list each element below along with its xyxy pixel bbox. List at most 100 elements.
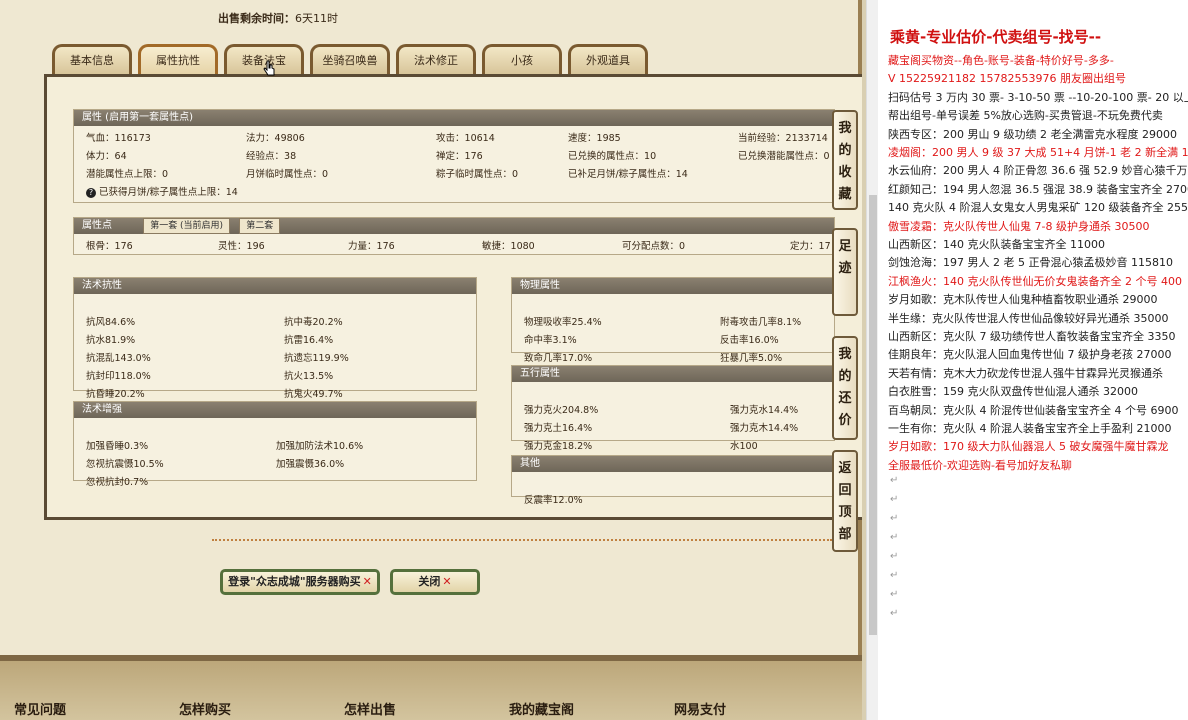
stat-value: 10 bbox=[644, 151, 657, 162]
subtab-set-one[interactable]: 第一套 (当前启用) bbox=[143, 218, 231, 234]
doc-line: 江枫渔火：140 克火队传世仙无价女鬼装备齐全 2 个号 400 bbox=[888, 274, 1182, 288]
scrollbar-thumb[interactable] bbox=[869, 195, 877, 635]
doc-line: 140 克火队 4 阶混人女鬼女人男鬼采矿 120 级装备齐全 255 bbox=[888, 201, 1188, 215]
doc-line: 帮出组号-单号误差 5%放心选购-买贵管退-不玩免费代卖 bbox=[888, 109, 1163, 123]
stat-value: 16.0% bbox=[748, 335, 779, 346]
footer-link-netease-pay[interactable]: 网易支付 bbox=[674, 699, 726, 718]
tab-spell-mods[interactable]: 法术修正 bbox=[396, 44, 476, 74]
tab-children[interactable]: 小孩 bbox=[482, 44, 562, 74]
stat-label: 抗中毒 bbox=[284, 317, 313, 328]
stat-entry: 敏捷1080 bbox=[482, 238, 535, 252]
stat-label: 强力克水 bbox=[730, 405, 769, 416]
stat-label: 力量 bbox=[348, 241, 377, 252]
stat-value: 20.2% bbox=[114, 389, 145, 400]
stat-label: 已兑换的属性点 bbox=[568, 151, 644, 162]
stat-entry: 抗雷16.4% bbox=[284, 332, 333, 346]
mouse-cursor-icon bbox=[263, 60, 275, 76]
stat-label: 加强加防法术 bbox=[276, 441, 334, 452]
footer-link-how-to-buy[interactable]: 怎样购买 bbox=[179, 699, 231, 718]
my-bargains-button[interactable]: 我的还价 bbox=[832, 336, 858, 440]
stat-label: 敏捷 bbox=[482, 241, 511, 252]
item-detail-panel: 出售剩余时间：6天11时 基本信息 属性抗性 装备法宝 坐骑召唤兽 法术修正 小… bbox=[0, 0, 862, 655]
stat-entry: 当前经验2133714 bbox=[738, 130, 828, 144]
stat-value: 116173 bbox=[114, 133, 151, 144]
stat-label: 抗封印 bbox=[86, 371, 115, 382]
tab-attributes[interactable]: 属性抗性 bbox=[138, 44, 218, 74]
stat-label: 灵性 bbox=[218, 241, 247, 252]
stat-value: 119.9% bbox=[312, 353, 349, 364]
back-to-top-button[interactable]: 返回顶部 bbox=[832, 450, 858, 552]
stat-label: 强力克木 bbox=[730, 423, 769, 434]
spell-boost-header: 法术增强 bbox=[74, 402, 476, 418]
stat-value: 0 bbox=[512, 169, 519, 180]
doc-line: 红颜知己：194 男人忽混 36.5 强混 38.9 装备宝宝齐全 2700 bbox=[888, 182, 1188, 196]
stat-entry: 根骨176 bbox=[86, 238, 133, 252]
stat-entry: 定力17 bbox=[790, 238, 831, 252]
points-box: 属性点 第一套 (当前启用) 第二套 根骨176灵性196力量176敏捷1080… bbox=[73, 217, 835, 255]
stat-label: 命中率 bbox=[524, 335, 553, 346]
footer-link-faq[interactable]: 常见问题 bbox=[14, 699, 66, 718]
doc-line: 白衣胜雪：159 克火队双盘传世仙混人通杀 32000 bbox=[888, 385, 1138, 399]
tab-appearance[interactable]: 外观道具 bbox=[568, 44, 648, 74]
stat-entry: 已兑换的属性点10 bbox=[568, 148, 656, 162]
stat-entry: 加强昏睡0.3% bbox=[86, 438, 148, 452]
footer-link-my-treasure[interactable]: 我的藏宝阁 bbox=[509, 699, 574, 718]
my-favorites-button[interactable]: 我的收藏 bbox=[832, 110, 858, 210]
stat-entry: 命中率3.1% bbox=[524, 332, 577, 346]
stat-entry: 强力克金18.2% bbox=[524, 438, 592, 452]
stat-entry: 强力克火204.8% bbox=[524, 402, 598, 416]
stat-value: 143.0% bbox=[114, 353, 151, 364]
doc-line: 半生缘：克火队传世混人传世仙品像较好异光通杀 35000 bbox=[888, 311, 1169, 325]
stat-entry: 反震率12.0% bbox=[524, 492, 583, 506]
help-icon[interactable]: ? bbox=[86, 188, 96, 198]
doc-line: 佳期良年：克火队混人回血鬼传世仙 7 级护身老孩 27000 bbox=[888, 348, 1172, 362]
stat-label: 致命几率 bbox=[524, 353, 563, 364]
stat-entry: 力量176 bbox=[348, 238, 395, 252]
stat-entry: 抗水81.9% bbox=[86, 332, 135, 346]
stat-entry: 水100 bbox=[730, 438, 758, 452]
stat-value: 81.9% bbox=[105, 335, 136, 346]
stat-value: 176 bbox=[376, 241, 395, 252]
close-icon: ✕ bbox=[442, 575, 452, 588]
doc-line: 岁月如歌：克木队传世人仙鬼种植畜牧职业通杀 29000 bbox=[888, 293, 1158, 307]
stat-value: 1985 bbox=[596, 133, 621, 144]
stat-label: 攻击 bbox=[436, 133, 465, 144]
stat-label: 气血 bbox=[86, 133, 115, 144]
stat-value: 13.5% bbox=[303, 371, 334, 382]
stat-entry: 抗鬼火49.7% bbox=[284, 386, 343, 400]
stat-label: 强力克火 bbox=[524, 405, 563, 416]
stat-entry: 加强加防法术10.6% bbox=[276, 438, 363, 452]
paragraph-mark-icon: ↵ bbox=[890, 532, 899, 544]
stat-label: 反击率 bbox=[720, 335, 749, 346]
tab-mounts-pets[interactable]: 坐骑召唤兽 bbox=[310, 44, 390, 74]
tab-basic-info[interactable]: 基本信息 bbox=[52, 44, 132, 74]
doc-line: 凌烟阁：200 男人 9 级 37 大成 51+4 月饼-1 老 2 新全满 1… bbox=[888, 146, 1188, 159]
stat-value: 18.2% bbox=[562, 441, 593, 452]
stat-label: 速度 bbox=[568, 133, 597, 144]
doc-line: 扫码估号 3 万内 30 票- 3-10-50 票 --10-20-100 票-… bbox=[888, 90, 1188, 104]
stat-value: 204.8% bbox=[562, 405, 599, 416]
stat-entry: 灵性196 bbox=[218, 238, 265, 252]
subtab-set-two[interactable]: 第二套 bbox=[239, 218, 281, 234]
stat-value: 25.4% bbox=[571, 317, 602, 328]
stat-value: 3.1% bbox=[552, 335, 577, 346]
stat-entry: 强力克木14.4% bbox=[730, 420, 798, 434]
stat-entry: 抗火13.5% bbox=[284, 368, 333, 382]
footer-link-how-to-sell[interactable]: 怎样出售 bbox=[344, 699, 396, 718]
stat-label: 物理吸收率 bbox=[524, 317, 572, 328]
stat-value: 14 bbox=[675, 169, 688, 180]
stat-label: 抗混乱 bbox=[86, 353, 115, 364]
footprints-button[interactable]: 足迹 bbox=[832, 228, 858, 316]
stat-label: 已兑换潜能属性点 bbox=[738, 151, 824, 162]
stat-entry: 忽视抗震慑10.5% bbox=[86, 456, 164, 470]
stat-label: 水 bbox=[730, 441, 740, 452]
buy-button[interactable]: 登录"众志成城"服务器购买 ✕ bbox=[220, 569, 380, 595]
stat-label: 可分配点数 bbox=[622, 241, 679, 252]
stat-entry: 攻击10614 bbox=[436, 130, 495, 144]
stat-entry: 狂暴几率5.0% bbox=[720, 350, 782, 364]
close-button[interactable]: 关闭 ✕ bbox=[390, 569, 480, 595]
physical-header: 物理属性 bbox=[512, 278, 834, 294]
stat-entry: 附毒攻击几率8.1% bbox=[720, 314, 801, 328]
paragraph-mark-icon: ↵ bbox=[890, 608, 899, 620]
physical-box: 物理属性 物理吸收率25.4% 附毒攻击几率8.1% 命中率3.1% 反击率16.0%… bbox=[511, 277, 835, 364]
